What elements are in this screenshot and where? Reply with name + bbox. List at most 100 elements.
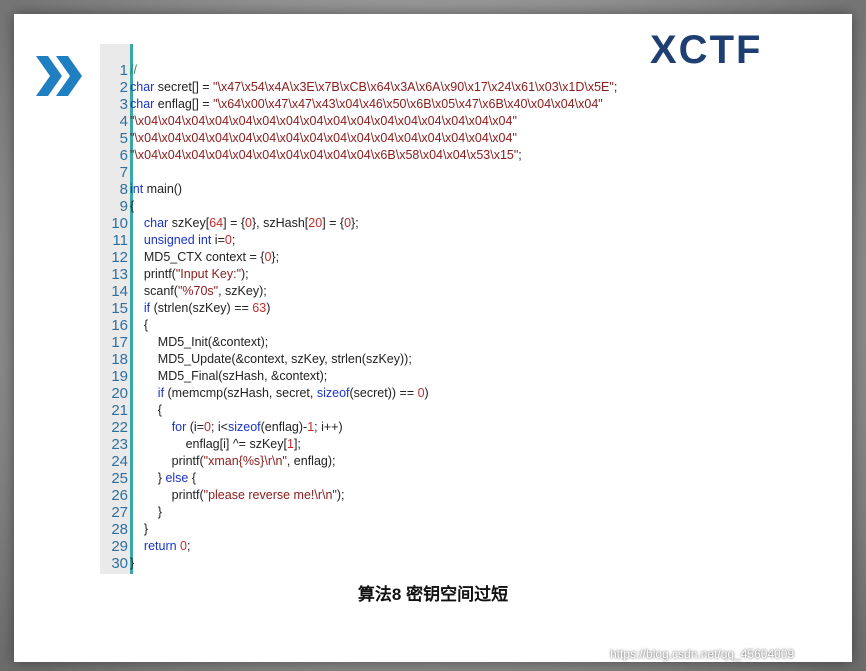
code-line: } else {: [130, 470, 690, 487]
code-line: "\x04\x04\x04\x04\x04\x04\x04\x04\x04\x0…: [130, 130, 690, 147]
line-number: 1: [119, 62, 128, 79]
line-number: 8: [119, 181, 128, 198]
line-number: 18: [111, 351, 128, 368]
line-number: 22: [111, 419, 128, 436]
code-line: char secret[] = "\x47\x54\x4A\x3E\x7B\xC…: [130, 79, 690, 96]
code-line: scanf("%70s", szKey);: [130, 283, 690, 300]
line-number: 21: [111, 402, 128, 419]
line-number: 3: [119, 96, 128, 113]
code-line: }: [130, 504, 690, 521]
code-token: "\x47\x54\x4A\x3E\x7B\xCB\x64\x3A\x6A\x9…: [213, 80, 614, 94]
code-token: MD5_Update(&context, szKey, strlen(szKey…: [130, 352, 412, 366]
code-line: int main(): [130, 181, 690, 198]
code-token: int: [130, 182, 144, 196]
code-token: }: [130, 522, 149, 536]
code-token: "Input Key:": [175, 267, 242, 281]
code-line: if (strlen(szKey) == 63): [130, 300, 690, 317]
code-token: sizeof: [316, 386, 350, 400]
code-token: 20: [308, 216, 323, 230]
line-number: 2: [119, 79, 128, 96]
code-token: (secret)) ==: [349, 386, 418, 400]
code-token: ): [266, 301, 271, 315]
code-lines: // char secret[] = "\x47\x54\x4A\x3E\x7B\…: [130, 62, 690, 572]
code-token: 0: [245, 216, 252, 230]
code-token: , szKey);: [218, 284, 267, 298]
code-line: }: [130, 555, 690, 572]
xctf-logo: XCTF: [650, 30, 763, 64]
line-number: 27: [111, 504, 128, 521]
code-line: {: [130, 402, 690, 419]
line-number: 16: [111, 317, 128, 334]
line-number: 9: [119, 198, 128, 215]
code-editor-panel: 1 2 3 4 5 6 7 8 9 10 11 12 13 14 15 16 17 18 19 20 21 22 23 24 2…: [100, 44, 642, 574]
code-token: 0: [417, 386, 425, 400]
code-token: ;: [231, 233, 236, 247]
line-number: 12: [111, 249, 128, 266]
code-token: 0: [224, 233, 232, 247]
line-number: 10: [111, 215, 128, 232]
code-token: }: [130, 505, 162, 519]
code-line: return 0;: [130, 538, 690, 555]
line-number: 19: [111, 368, 128, 385]
line-number: 24: [111, 453, 128, 470]
code-token: }: [130, 556, 135, 570]
code-token: );: [336, 488, 345, 502]
code-token: (i=: [186, 420, 204, 434]
code-token: printf(: [130, 267, 176, 281]
line-number: 25: [111, 470, 128, 487]
code-token: };: [351, 216, 359, 230]
code-token: 63: [252, 301, 267, 315]
code-token: "xman{%s}\r\n": [203, 454, 287, 468]
code-token: char: [143, 216, 169, 230]
code-token: main(): [143, 182, 183, 196]
code-token: char: [130, 97, 155, 111]
line-number: 20: [111, 385, 128, 402]
line-number: 29: [111, 538, 128, 555]
code-token: else: [165, 471, 189, 485]
code-token: 64: [209, 216, 224, 230]
presentation-slide: XCTF 1 2 3 4 5 6 7 8 9 10 11 12 13 14 15 16 17 18 19 20 21 22…: [14, 14, 852, 662]
code-token: "\x04\x04\x04\x04\x04\x04\x04\x04\x04\x0…: [130, 131, 517, 145]
code-token: char: [130, 80, 155, 94]
code-line: MD5_CTX context = {0};: [130, 249, 690, 266]
code-token: ];: [293, 437, 301, 451]
code-token: 1: [286, 437, 294, 451]
code-token: enflag[] =: [154, 97, 214, 111]
code-token: "%70s": [177, 284, 219, 298]
code-token: {: [188, 471, 197, 485]
code-token: sizeof: [227, 420, 261, 434]
code-line: MD5_Update(&context, szKey, strlen(szKey…: [130, 351, 690, 368]
code-token: };: [271, 250, 280, 264]
code-token: {: [130, 318, 149, 332]
code-line: char szKey[64] = {0}, szHash[20] = {0};: [130, 215, 690, 232]
line-number: 13: [111, 266, 128, 283]
line-number: 23: [111, 436, 128, 453]
code-line: printf("please reverse me!\r\n");: [130, 487, 690, 504]
line-number: 17: [111, 334, 128, 351]
code-token: //: [130, 63, 137, 77]
code-token: 0: [344, 216, 352, 230]
code-token: }: [130, 471, 166, 485]
code-token: 0: [204, 420, 211, 434]
code-token: (enflag)-: [260, 420, 308, 434]
line-numbers: 1 2 3 4 5 6 7 8 9 10 11 12 13 14 15 16 17 18 19 20 21 22 23 24 2…: [100, 62, 128, 572]
line-number: 26: [111, 487, 128, 504]
watermark-url: https://blog.csdn.net/qq_45604009: [610, 647, 795, 661]
code-line: MD5_Final(szHash, &context);: [130, 368, 690, 385]
code-line: "\x04\x04\x04\x04\x04\x04\x04\x04\x04\x0…: [130, 147, 690, 164]
code-line: printf("Input Key:");: [130, 266, 690, 283]
code-token: "\x04\x04\x04\x04\x04\x04\x04\x04\x04\x0…: [130, 148, 519, 162]
code-line: enflag[i] ^= szKey[1];: [130, 436, 690, 453]
line-number: 7: [119, 164, 128, 181]
code-token: (strlen(szKey) ==: [150, 301, 253, 315]
code-token: MD5_Final(szHash, &context);: [130, 369, 328, 383]
code-token: printf(: [130, 488, 204, 502]
code-line: "\x04\x04\x04\x04\x04\x04\x04\x04\x04\x0…: [130, 113, 690, 130]
code-line: {: [130, 317, 690, 334]
code-line: printf("xman{%s}\r\n", enflag);: [130, 453, 690, 470]
code-line: for (i=0; i<sizeof(enflag)-1; i++): [130, 419, 690, 436]
